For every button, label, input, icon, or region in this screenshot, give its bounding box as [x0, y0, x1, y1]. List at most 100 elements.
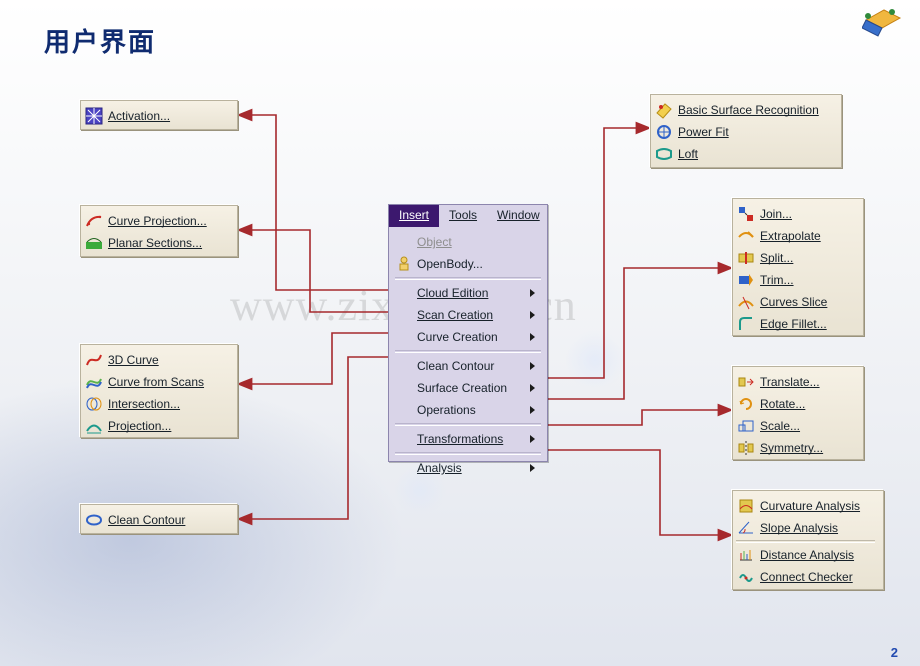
- item-activation[interactable]: Activation...: [84, 106, 229, 126]
- symmetry-icon: [736, 438, 756, 458]
- item-loft[interactable]: Loft: [654, 144, 833, 164]
- item-3d-curve[interactable]: 3D Curve: [84, 350, 229, 370]
- label: Cloud Edition: [417, 286, 488, 300]
- item-curve-projection[interactable]: Curve Projection...: [84, 211, 229, 231]
- label: Object: [417, 235, 452, 249]
- curve-projection-icon: [84, 211, 104, 231]
- split-icon: [736, 248, 756, 268]
- label: Transformations: [417, 432, 503, 446]
- distance-analysis-icon: [736, 545, 756, 565]
- item-projection[interactable]: Projection...: [84, 416, 229, 436]
- item-join[interactable]: Join...: [736, 204, 855, 224]
- basic-surface-icon: [654, 100, 674, 120]
- panel-curve-creation: 3D Curve Curve from Scans Intersection..…: [80, 344, 238, 438]
- item-symmetry[interactable]: Symmetry...: [736, 438, 855, 458]
- item-slope-analysis[interactable]: Slope Analysis: [736, 518, 875, 538]
- panel-scan-creation: Curve Projection... Planar Sections...: [80, 205, 238, 257]
- activation-icon: [84, 106, 104, 126]
- diagram-canvas: 用户界面 www.zixin.com.cn 2: [0, 0, 920, 666]
- menu-surface-creation[interactable]: Surface Creation: [393, 377, 543, 399]
- item-extrapolate[interactable]: Extrapolate: [736, 226, 855, 246]
- label: Split...: [760, 251, 793, 265]
- submenu-arrow-icon: [530, 333, 535, 341]
- openbody-icon: [395, 255, 413, 273]
- menu-curve-creation[interactable]: Curve Creation: [393, 326, 543, 348]
- label: Translate...: [760, 375, 820, 389]
- label: Loft: [678, 147, 698, 161]
- loft-icon: [654, 144, 674, 164]
- label: Rotate...: [760, 397, 805, 411]
- menubar-tools[interactable]: Tools: [439, 205, 487, 227]
- menu-operations[interactable]: Operations: [393, 399, 543, 421]
- curves-slice-icon: [736, 292, 756, 312]
- item-connect-checker[interactable]: Connect Checker: [736, 567, 875, 587]
- label: Intersection...: [108, 397, 180, 411]
- item-power-fit[interactable]: Power Fit: [654, 122, 833, 142]
- item-curvature-analysis[interactable]: Curvature Analysis: [736, 496, 875, 516]
- submenu-arrow-icon: [530, 384, 535, 392]
- curve-from-scans-icon: [84, 372, 104, 392]
- panel-transformations: Translate... Rotate... Scale... Symmetry…: [732, 366, 864, 460]
- item-scale[interactable]: Scale...: [736, 416, 855, 436]
- item-basic-surface-recognition[interactable]: Basic Surface Recognition: [654, 100, 833, 120]
- item-translate[interactable]: Translate...: [736, 372, 855, 392]
- planar-sections-icon: [84, 233, 104, 253]
- item-distance-analysis[interactable]: Distance Analysis: [736, 545, 875, 565]
- panel-surface-creation: Basic Surface Recognition Power Fit Loft: [650, 94, 842, 168]
- clean-contour-icon: [84, 510, 104, 530]
- menu-object: Object: [393, 231, 543, 253]
- item-planar-sections[interactable]: Planar Sections...: [84, 233, 229, 253]
- connect-checker-icon: [736, 567, 756, 587]
- label: Trim...: [760, 273, 794, 287]
- item-trim[interactable]: Trim...: [736, 270, 855, 290]
- join-icon: [736, 204, 756, 224]
- label: Clean Contour: [108, 513, 185, 527]
- item-split[interactable]: Split...: [736, 248, 855, 268]
- panel-activation: Activation...: [80, 100, 238, 130]
- slope-analysis-icon: [736, 518, 756, 538]
- item-rotate[interactable]: Rotate...: [736, 394, 855, 414]
- item-clean-contour[interactable]: Clean Contour: [84, 510, 229, 530]
- label: Symmetry...: [760, 441, 823, 455]
- submenu-arrow-icon: [530, 435, 535, 443]
- menubar-window[interactable]: Window: [487, 205, 550, 227]
- submenu-arrow-icon: [530, 362, 535, 370]
- label: Slope Analysis: [760, 521, 838, 535]
- submenu-arrow-icon: [530, 289, 535, 297]
- label: Tools: [449, 208, 477, 222]
- page-number: 2: [891, 645, 898, 660]
- label: Edge Fillet...: [760, 317, 827, 331]
- curvature-analysis-icon: [736, 496, 756, 516]
- power-fit-icon: [654, 122, 674, 142]
- intersection-icon: [84, 394, 104, 414]
- item-intersection[interactable]: Intersection...: [84, 394, 229, 414]
- label: Projection...: [108, 419, 171, 433]
- label: Join...: [760, 207, 792, 221]
- menu-scan-creation[interactable]: Scan Creation: [393, 304, 543, 326]
- menu-analysis[interactable]: Analysis: [393, 457, 543, 479]
- menu-transformations[interactable]: Transformations: [393, 428, 543, 450]
- label: Planar Sections...: [108, 236, 202, 250]
- label: Operations: [417, 403, 476, 417]
- page-title: 用户界面: [44, 22, 156, 59]
- item-curve-from-scans[interactable]: Curve from Scans: [84, 372, 229, 392]
- menubar-insert[interactable]: Insert: [389, 205, 439, 227]
- label: Curvature Analysis: [760, 499, 860, 513]
- label: Scan Creation: [417, 308, 493, 322]
- label: Curve from Scans: [108, 375, 204, 389]
- product-logo-icon: [862, 6, 902, 38]
- projection-icon: [84, 416, 104, 436]
- item-curves-slice[interactable]: Curves Slice: [736, 292, 855, 312]
- menu-cloud-edition[interactable]: Cloud Edition: [393, 282, 543, 304]
- menu-clean-contour[interactable]: Clean Contour: [393, 355, 543, 377]
- label: Curve Projection...: [108, 214, 207, 228]
- submenu-arrow-icon: [530, 406, 535, 414]
- label: Clean Contour: [417, 359, 494, 373]
- label: Window: [497, 208, 540, 222]
- label: Connect Checker: [760, 570, 853, 584]
- label: Curve Creation: [417, 330, 498, 344]
- item-edge-fillet[interactable]: Edge Fillet...: [736, 314, 855, 334]
- panel-analysis: Curvature Analysis Slope Analysis Distan…: [732, 490, 884, 590]
- menu-openbody[interactable]: OpenBody...: [393, 253, 543, 275]
- label: Distance Analysis: [760, 548, 854, 562]
